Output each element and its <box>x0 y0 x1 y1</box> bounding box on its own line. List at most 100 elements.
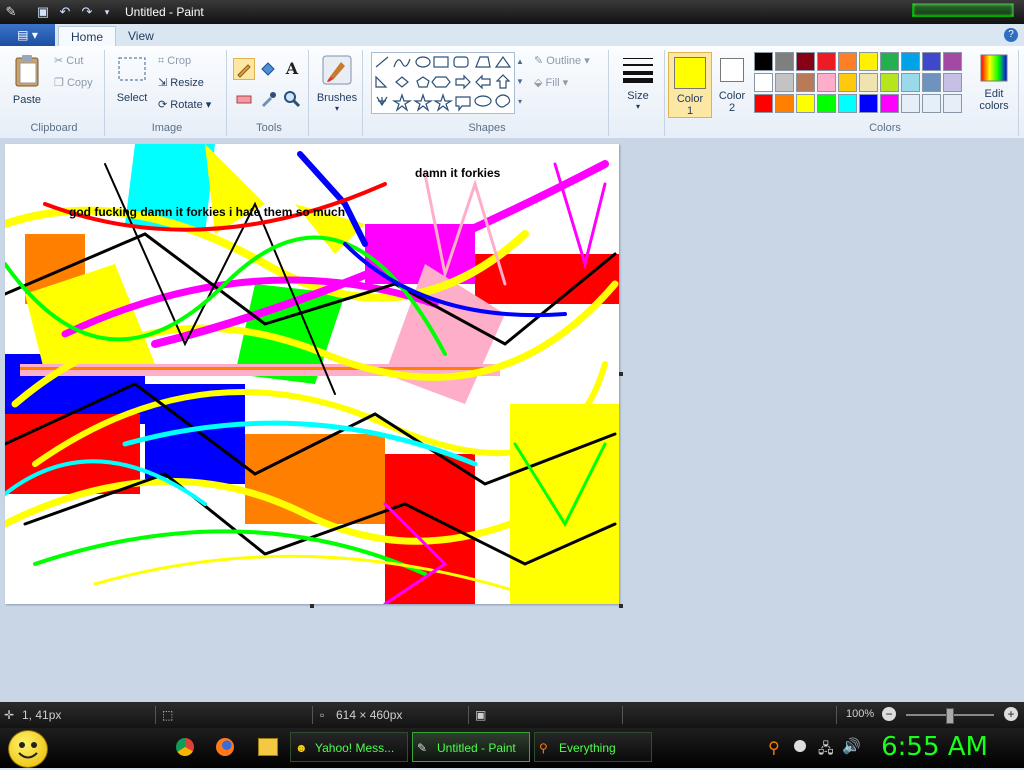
rotate-button[interactable]: ⟳ Rotate ▾ <box>158 96 211 114</box>
taskbar: ☻ Yahoo! Mess... ✎ Untitled - Paint ⚲ Every… <box>0 728 1024 768</box>
color-swatch[interactable] <box>901 73 920 92</box>
window-title: Untitled - Paint <box>125 5 204 19</box>
help-icon[interactable]: ? <box>1004 28 1018 42</box>
copy-label: Copy <box>66 77 93 89</box>
cut-button[interactable]: ✂ Cut <box>54 52 83 70</box>
magnifier-icon <box>284 91 301 108</box>
paste-button[interactable]: Paste <box>6 54 48 106</box>
copy-button[interactable]: ❐ Copy <box>54 74 93 92</box>
color-swatch[interactable] <box>943 52 962 71</box>
resize-handle-bottom[interactable] <box>310 604 314 608</box>
taskbar-item-paint[interactable]: ✎ Untitled - Paint <box>412 732 530 762</box>
color-swatch[interactable] <box>775 52 794 71</box>
color-swatch[interactable] <box>775 73 794 92</box>
color-swatch[interactable] <box>859 52 878 71</box>
taskbar-item-yahoo[interactable]: ☻ Yahoo! Mess... <box>290 732 408 762</box>
color-swatch[interactable] <box>796 52 815 71</box>
brushes-button[interactable]: Brushes ▾ <box>314 54 360 113</box>
undo-icon[interactable]: ↶ <box>56 3 74 21</box>
color-swatch[interactable] <box>922 73 941 92</box>
paint-icon: ✎ <box>417 741 428 755</box>
shapes-gallery[interactable] <box>371 52 515 114</box>
copy-icon: ❐ <box>54 77 64 89</box>
color-swatch[interactable] <box>838 73 857 92</box>
shapes-scroll[interactable]: ▲ ▼ ▾ <box>514 52 526 112</box>
edit-colors-button[interactable]: Edit colors <box>974 54 1014 112</box>
magnifier-tool[interactable] <box>281 88 303 110</box>
clipboard-group: Paste ✂ Cut ❐ Copy Clipboard <box>4 50 105 136</box>
crop-button[interactable]: ⌗ Crop <box>158 52 191 70</box>
zoom-in-button[interactable]: + <box>1004 707 1018 721</box>
color2-button[interactable]: Color 2 <box>714 52 750 116</box>
taskbar-item-label: Yahoo! Mess... <box>315 741 395 755</box>
color-swatch[interactable] <box>901 94 920 113</box>
rotate-label: Rotate <box>170 99 203 111</box>
color-swatch[interactable] <box>817 73 836 92</box>
color-swatch[interactable] <box>754 94 773 113</box>
window-controls[interactable] <box>912 3 1014 17</box>
drawing-canvas[interactable]: damn it forkies god fucking damn it fork… <box>5 144 619 604</box>
zoom-out-button[interactable]: − <box>882 707 896 721</box>
outline-button[interactable]: ✎ Outline ▾ <box>534 52 590 70</box>
file-menu-button[interactable]: ▤ ▾ <box>0 24 55 46</box>
resize-button[interactable]: ⇲ Resize <box>158 74 204 92</box>
color-swatch[interactable] <box>880 73 899 92</box>
color-swatch[interactable] <box>880 94 899 113</box>
select-label: Select <box>116 92 148 104</box>
color-swatch[interactable] <box>943 94 962 113</box>
network-icon[interactable]: 🖧 <box>818 738 834 762</box>
eraser-tool[interactable] <box>233 88 255 110</box>
brushes-group: Brushes ▾ <box>312 50 363 136</box>
paint-app-icon[interactable]: ✎ <box>2 3 20 21</box>
customize-toolbar-icon[interactable]: ▾ <box>98 3 116 21</box>
color-swatch[interactable] <box>796 73 815 92</box>
resize-icon: ⇲ <box>158 77 168 89</box>
text-tool[interactable]: A <box>281 58 303 80</box>
firefox-icon[interactable] <box>216 738 234 756</box>
fill-tool[interactable] <box>257 58 279 80</box>
color-swatch[interactable] <box>754 73 773 92</box>
color-swatch[interactable] <box>901 52 920 71</box>
tray-search-icon[interactable]: ⚲ <box>768 738 780 758</box>
color1-number: 1 <box>686 105 694 117</box>
pencil-tool[interactable] <box>233 58 255 80</box>
redo-icon[interactable]: ↷ <box>78 3 96 21</box>
file-size-icon: ▣ <box>475 708 487 722</box>
color-swatch[interactable] <box>796 94 815 113</box>
tray-status-icon[interactable] <box>794 740 806 752</box>
color-swatch[interactable] <box>817 52 836 71</box>
color-swatch[interactable] <box>922 52 941 71</box>
resize-handle-right[interactable] <box>619 372 623 376</box>
resize-handle-corner[interactable] <box>619 604 623 608</box>
color-swatch[interactable] <box>859 94 878 113</box>
pencil-icon <box>237 64 251 78</box>
color-swatch[interactable] <box>880 52 899 71</box>
color-swatch[interactable] <box>859 73 878 92</box>
color-swatch[interactable] <box>922 94 941 113</box>
taskbar-item-everything[interactable]: ⚲ Everything <box>534 732 652 762</box>
tab-view[interactable]: View <box>116 26 166 46</box>
color-swatch[interactable] <box>754 52 773 71</box>
color-picker-tool[interactable] <box>257 88 279 110</box>
start-button[interactable] <box>8 730 48 768</box>
save-icon[interactable]: ▣ <box>34 3 52 21</box>
color-swatch[interactable] <box>775 94 794 113</box>
size-button[interactable]: Size ▾ <box>616 54 660 111</box>
color-swatch[interactable] <box>838 52 857 71</box>
folder-icon[interactable] <box>258 738 278 756</box>
color-swatch[interactable] <box>817 94 836 113</box>
fill-button[interactable]: ⬙ Fill ▾ <box>534 74 568 92</box>
color-swatch[interactable] <box>838 94 857 113</box>
chrome-icon[interactable] <box>176 738 194 756</box>
selection-size-icon: ⬚ <box>162 708 174 722</box>
status-divider <box>155 706 156 724</box>
color-swatch[interactable] <box>943 73 962 92</box>
color1-button[interactable]: Color 1 <box>668 52 712 118</box>
clock[interactable]: 6:55 AM <box>881 732 988 762</box>
zoom-slider-thumb[interactable] <box>946 708 954 724</box>
colors-group: Edit colors Colors <box>752 50 1019 136</box>
select-button[interactable]: Select <box>112 54 152 104</box>
volume-icon[interactable]: 🔊 <box>842 737 861 755</box>
scroll-down-icon: ▼ <box>516 77 524 86</box>
tab-home[interactable]: Home <box>58 26 117 47</box>
